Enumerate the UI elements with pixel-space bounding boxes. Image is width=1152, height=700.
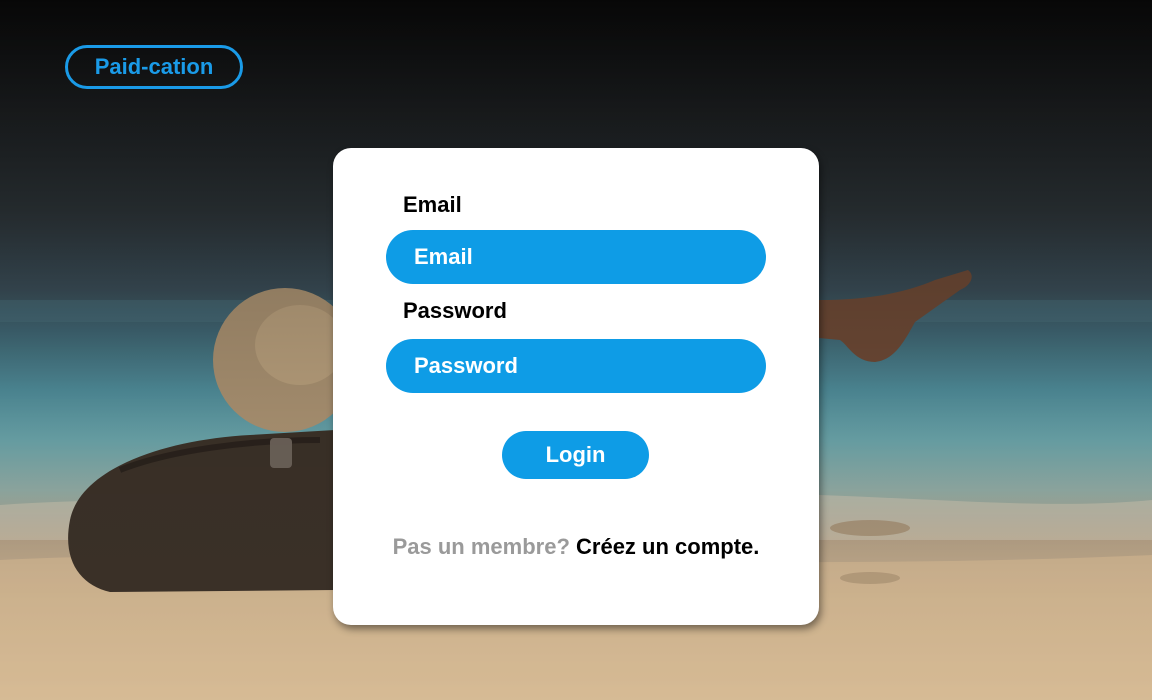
create-account-link[interactable]: Créez un compte. [576, 534, 759, 559]
email-field[interactable] [386, 230, 766, 284]
password-field[interactable] [386, 339, 766, 393]
login-card: Email Password Login Pas un membre? Crée… [333, 148, 819, 625]
login-button[interactable]: Login [502, 431, 649, 479]
password-label: Password [403, 298, 507, 323]
signup-prompt-line: Pas un membre? Créez un compte. [333, 534, 819, 560]
signup-prompt-text: Pas un membre? [392, 534, 570, 559]
brand-logo-button[interactable]: Paid-cation [65, 45, 243, 89]
email-label: Email [403, 192, 462, 217]
